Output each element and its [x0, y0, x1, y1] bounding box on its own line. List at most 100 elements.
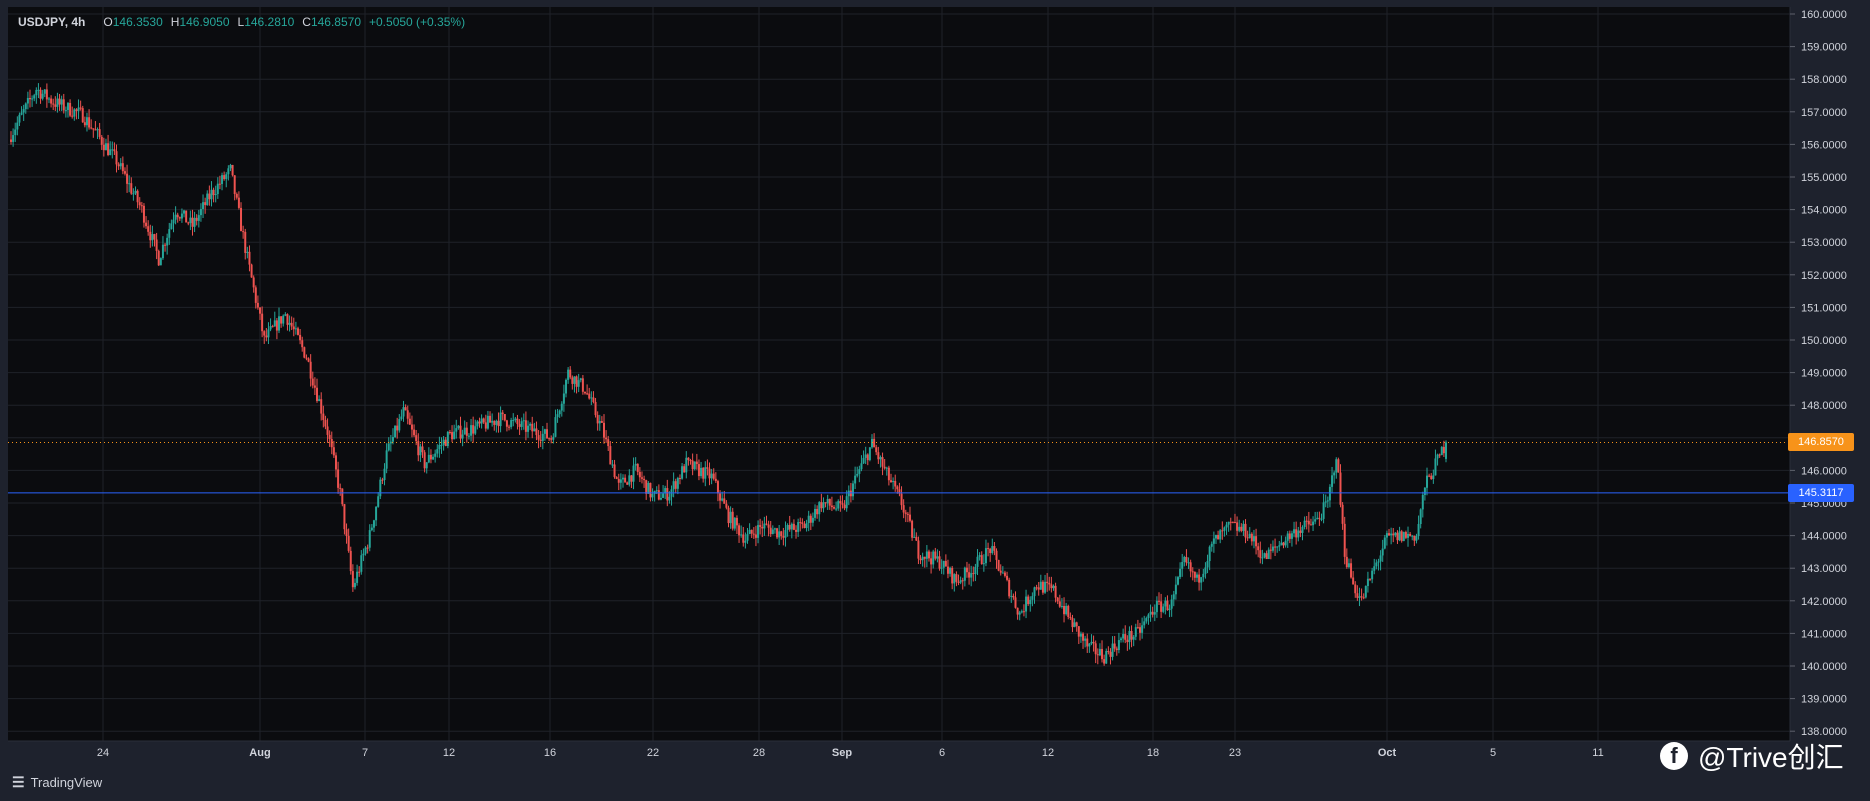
candle-body — [790, 523, 793, 530]
candle-body — [52, 103, 55, 105]
candle-body — [839, 501, 842, 504]
candle-body — [225, 174, 228, 180]
candle-body — [1155, 600, 1158, 613]
candle-body — [138, 202, 141, 206]
candle-body — [1373, 566, 1376, 571]
candle-body — [1058, 601, 1061, 607]
candle-body — [269, 326, 272, 330]
candle-body — [1088, 643, 1091, 647]
candle-body — [681, 466, 684, 479]
candle-body — [1445, 442, 1447, 459]
horizontal-line-tag[interactable]: 145.3117 — [1788, 483, 1854, 502]
candle-body — [638, 471, 641, 478]
candle-body — [609, 446, 612, 465]
candle-body — [674, 481, 677, 489]
candle-body — [1187, 562, 1190, 564]
candle-body — [632, 465, 635, 482]
candle-body — [1428, 475, 1431, 477]
candle-body — [1039, 581, 1042, 590]
candle-body — [432, 456, 435, 460]
candle-body — [588, 393, 591, 399]
candle-body — [168, 229, 171, 238]
candle-body — [60, 99, 63, 105]
candle-body — [1143, 621, 1146, 626]
price-axis[interactable]: 160.0000 159.0000 158.0000 157.0000 156.0000… — [1790, 9, 1847, 738]
candle-body — [860, 463, 863, 470]
candle-body — [339, 487, 342, 489]
candle-body — [370, 527, 373, 531]
candle-body — [879, 457, 882, 460]
candle-body — [702, 467, 705, 479]
x-tick-label: 12 — [443, 747, 455, 759]
current-price-label: 146.8570 — [1798, 436, 1844, 449]
candle-body — [828, 498, 831, 506]
candle-body — [1202, 573, 1205, 578]
candle-body — [942, 560, 945, 568]
candle-body — [731, 511, 734, 529]
candle-body — [265, 335, 268, 338]
candle-body — [1335, 459, 1338, 473]
candle-body — [729, 511, 732, 524]
candle-body — [1364, 586, 1367, 598]
candle-body — [1411, 535, 1414, 537]
candle-body — [290, 322, 293, 327]
candle-body — [925, 551, 928, 559]
candle-body — [989, 548, 992, 553]
candle-body — [1394, 532, 1397, 536]
candle-body — [577, 380, 580, 387]
candle-body — [1280, 542, 1283, 546]
candle-body — [14, 129, 17, 136]
candle-body — [117, 164, 120, 167]
price-chart[interactable]: 160.0000 159.0000 158.0000 157.0000 156.0000… — [0, 0, 1870, 801]
candle-body — [463, 427, 466, 435]
candle-body — [244, 231, 247, 253]
candle-body — [389, 441, 392, 444]
candle-body — [1324, 501, 1327, 503]
candle-body — [691, 460, 694, 470]
candle-body — [461, 434, 464, 439]
candle-body — [883, 466, 886, 469]
candle-body — [1381, 548, 1384, 556]
candle-body — [1094, 643, 1097, 655]
candle-body — [987, 548, 990, 550]
candle-body — [280, 316, 283, 324]
candle-body — [615, 477, 618, 479]
candle-body — [88, 117, 91, 128]
candle-body — [647, 482, 650, 494]
candle-body — [375, 506, 378, 521]
candle-body — [1006, 575, 1009, 580]
candle-body — [645, 480, 648, 494]
candle-body — [1322, 502, 1325, 519]
candle-body — [748, 529, 751, 535]
candle-body — [237, 197, 240, 208]
candle-body — [326, 426, 329, 435]
candle-body — [1369, 578, 1372, 580]
candle-body — [155, 239, 158, 251]
candle-body — [927, 551, 930, 559]
candle-body — [128, 183, 131, 185]
candle-body — [273, 320, 276, 327]
candle-body — [1426, 475, 1429, 488]
candle-body — [254, 287, 257, 303]
time-axis[interactable]: 24 Aug 7 12 16 22 28 Sep 6 12 18 23 Oct 5 11 — [97, 747, 1604, 759]
candle-body — [586, 393, 589, 395]
candle-body — [1103, 659, 1106, 664]
candle-body — [366, 547, 369, 549]
y-tick-label: 143.0000 — [1801, 563, 1847, 575]
candle-body — [754, 534, 757, 538]
x-tick-label: 12 — [1042, 747, 1054, 759]
candle-body — [602, 422, 605, 438]
candle-body — [792, 523, 795, 530]
candle-body — [115, 151, 118, 165]
candle-body — [1259, 550, 1262, 558]
candle-body — [733, 517, 736, 529]
candle-body — [341, 488, 344, 505]
candle-body — [514, 418, 517, 420]
candle-body — [328, 434, 331, 439]
candle-body — [1010, 595, 1013, 597]
candle-body — [476, 421, 479, 427]
candle-body — [28, 97, 31, 100]
candle-body — [210, 189, 213, 200]
candle-body — [318, 399, 321, 401]
tradingview-brand[interactable]: ☰ TradingView — [12, 774, 102, 791]
